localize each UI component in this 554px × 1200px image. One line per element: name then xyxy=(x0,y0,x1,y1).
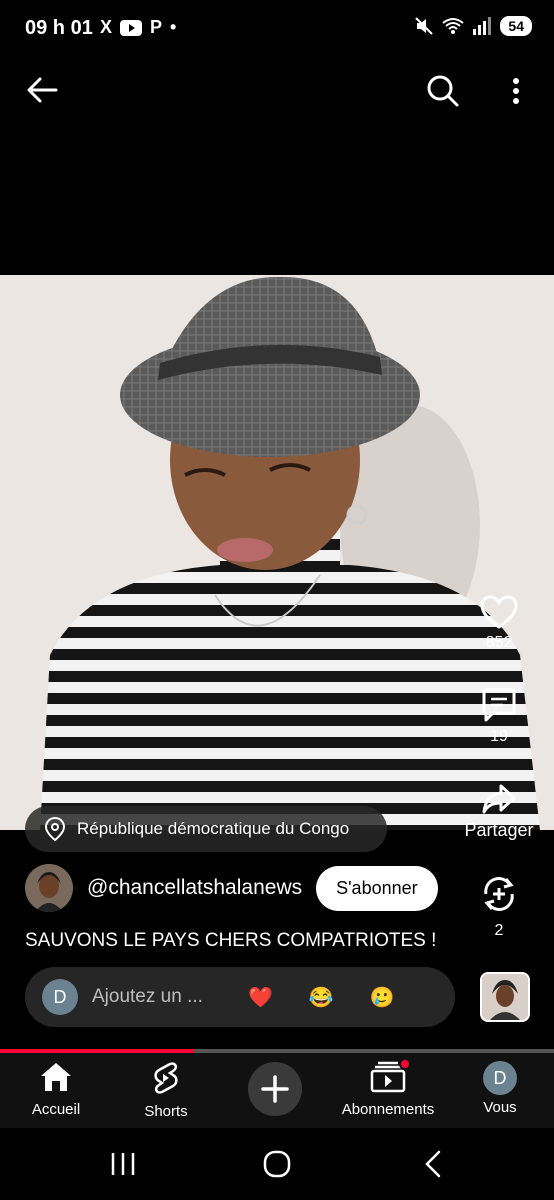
subscribe-button[interactable]: S'abonner xyxy=(316,865,438,911)
comment-count: 19 xyxy=(490,728,508,745)
arrow-left-icon xyxy=(27,77,58,103)
home-icon xyxy=(41,1063,71,1091)
back-button[interactable] xyxy=(22,70,62,110)
battery-indicator: 54 xyxy=(500,16,532,36)
nav-create[interactable] xyxy=(248,1062,306,1116)
nav-subscriptions-label: Abonnements xyxy=(341,1101,435,1118)
emoji-smile-tear[interactable]: 🥲 xyxy=(370,985,395,1010)
home-system-button[interactable] xyxy=(254,1146,300,1182)
dot-icon: • xyxy=(170,17,177,37)
nav-shorts[interactable]: Shorts xyxy=(134,1061,198,1120)
channel-row: @chancellatshalanews S'abonner xyxy=(25,864,438,912)
plus-icon xyxy=(261,1075,289,1103)
status-bar: 09 h 01 X P • 54 xyxy=(0,0,554,56)
search-button[interactable] xyxy=(422,70,464,112)
nav-subscriptions[interactable]: Abonnements xyxy=(336,1058,440,1118)
status-app-icons: X P • xyxy=(100,17,176,38)
nav-you-avatar: D xyxy=(483,1061,517,1095)
p-icon: P xyxy=(150,17,163,37)
chevron-left-icon xyxy=(425,1150,441,1178)
top-bar xyxy=(0,60,554,120)
create-button-circle xyxy=(248,1062,302,1116)
shorts-icon xyxy=(154,1062,178,1094)
user-avatar: D xyxy=(42,979,78,1015)
bottom-nav: Accueil Shorts Abonnements D Vous xyxy=(0,1053,554,1128)
location-chip[interactable]: République démocratique du Congo xyxy=(25,806,387,852)
location-label: République démocratique du Congo xyxy=(77,819,350,838)
android-nav-bar xyxy=(0,1128,554,1200)
subscriptions-icon-wrap xyxy=(370,1058,411,1097)
comments-button[interactable]: 19 xyxy=(444,687,554,746)
video-player[interactable] xyxy=(0,275,554,830)
mute-icon xyxy=(415,17,434,35)
emoji-laugh[interactable]: 😂 xyxy=(309,985,334,1010)
x-icon: X xyxy=(100,17,113,37)
wifi-icon xyxy=(442,18,465,34)
search-icon xyxy=(427,75,459,107)
heart-icon xyxy=(480,595,518,629)
comment-icon xyxy=(482,688,516,722)
status-time: 09 h 01 xyxy=(25,17,93,39)
nav-you[interactable]: D Vous xyxy=(470,1061,530,1116)
signal-icon xyxy=(473,17,492,35)
next-short-thumbnail[interactable] xyxy=(480,972,530,1022)
nav-home-label: Accueil xyxy=(31,1101,81,1118)
more-options-button[interactable] xyxy=(500,70,532,112)
share-button[interactable]: Partager xyxy=(444,783,554,841)
channel-avatar-image xyxy=(25,864,73,912)
emoji-heart[interactable]: ❤️ xyxy=(248,985,273,1010)
thumbnail-image xyxy=(482,974,528,1020)
comment-bar[interactable]: D Ajoutez un ... ❤️ 😂 🥲 xyxy=(25,967,455,1027)
nav-home[interactable]: Accueil xyxy=(24,1061,88,1118)
home-circle-icon xyxy=(263,1150,291,1178)
channel-handle[interactable]: @chancellatshalanews xyxy=(87,876,302,900)
channel-avatar[interactable] xyxy=(25,864,73,912)
more-vertical-icon xyxy=(513,78,519,104)
recents-button[interactable] xyxy=(100,1146,146,1182)
video-title[interactable]: SAUVONS LE PAYS CHERS COMPATRIOTES ! xyxy=(25,930,436,952)
nav-you-label: Vous xyxy=(483,1099,517,1116)
notification-dot xyxy=(399,1058,411,1070)
like-count: 852 xyxy=(485,634,513,651)
system-back-button[interactable] xyxy=(410,1146,456,1182)
nav-shorts-label: Shorts xyxy=(144,1103,188,1120)
remix-icon xyxy=(484,877,514,911)
like-button[interactable]: 852 xyxy=(444,595,554,652)
remix-count: 2 xyxy=(494,922,504,939)
comment-input[interactable]: Ajoutez un ... xyxy=(92,986,232,1008)
remix-button[interactable]: 2 xyxy=(444,875,554,940)
share-icon xyxy=(482,784,516,814)
location-pin-icon xyxy=(45,817,65,841)
share-label: Partager xyxy=(464,820,534,840)
recents-icon xyxy=(111,1153,135,1175)
youtube-icon xyxy=(120,19,143,36)
status-right: 54 xyxy=(414,16,532,36)
video-frame-illustration xyxy=(0,275,554,830)
